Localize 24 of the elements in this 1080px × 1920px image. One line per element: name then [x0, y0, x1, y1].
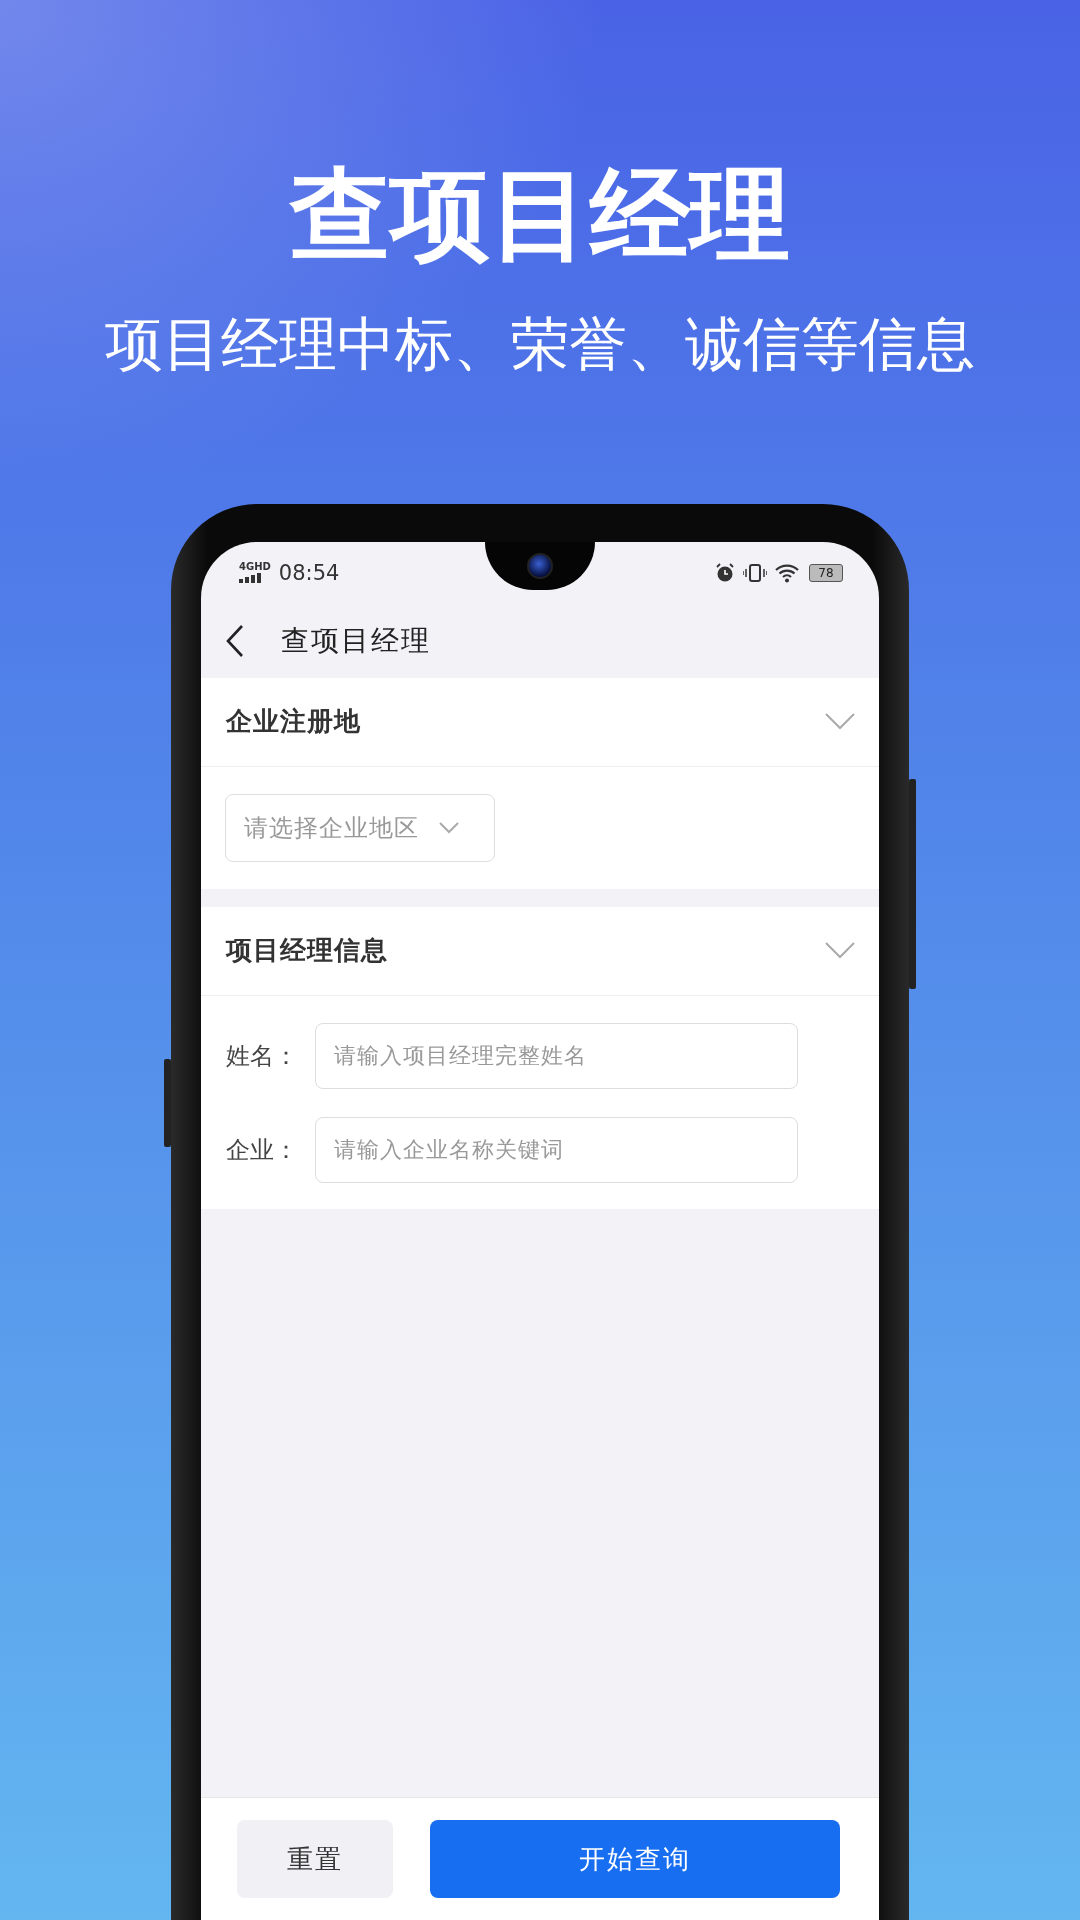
vibrate-icon	[743, 562, 767, 583]
alarm-icon	[715, 562, 735, 583]
page-title: 查项目经理	[281, 622, 431, 659]
input-field[interactable]: 请输入企业名称关键词	[315, 1116, 798, 1183]
wifi-icon	[775, 562, 801, 583]
camera-icon	[527, 552, 553, 579]
input-field[interactable]: 请输入项目经理完整姓名	[315, 1022, 798, 1089]
chevron-down-icon	[825, 712, 855, 731]
network-label: HD	[254, 562, 271, 573]
chevron-down-icon	[825, 941, 855, 960]
clock: 08:54	[278, 560, 340, 585]
field-label: 企业：	[226, 1134, 299, 1166]
battery-icon: 78	[809, 563, 843, 582]
network-type: 4G	[239, 562, 255, 573]
search-button[interactable]: 开始查询	[430, 1820, 840, 1898]
section-header[interactable]: 企业注册地	[201, 677, 879, 767]
back-icon[interactable]	[225, 623, 245, 658]
signal-icon	[239, 573, 261, 584]
chevron-down-icon	[439, 821, 459, 834]
headline: 查项目经理	[290, 160, 790, 270]
subtitle: 项目经理中标、荣誉、诚信等信息	[105, 310, 975, 380]
section-header[interactable]: 项目经理信息	[201, 906, 879, 996]
field-label: 姓名：	[226, 1040, 299, 1072]
reset-button[interactable]: 重置	[237, 1820, 393, 1898]
